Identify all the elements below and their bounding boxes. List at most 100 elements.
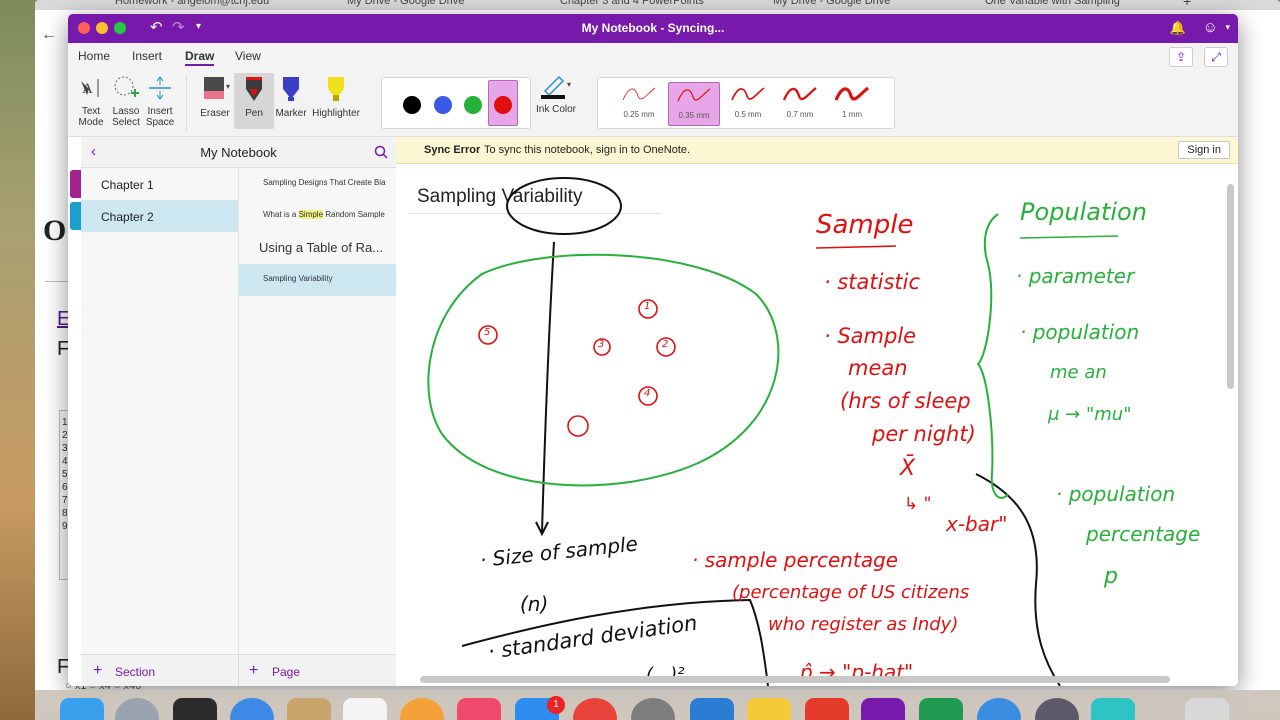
notebook-header: ‹ My Notebook	[81, 137, 396, 168]
utility-icon[interactable]	[1091, 698, 1135, 720]
add-page-button[interactable]: Page	[272, 665, 300, 679]
color-swatch-blue[interactable]	[434, 96, 452, 114]
ink-number: 2	[662, 339, 669, 350]
new-tab-button[interactable]: +	[1183, 0, 1191, 9]
music-icon[interactable]	[457, 698, 501, 720]
contacts-icon[interactable]	[287, 698, 331, 720]
ink-text: · sample percentage	[692, 548, 899, 572]
quicktime-icon[interactable]	[1035, 698, 1079, 720]
draw-ribbon: A Text Mode Lasso Select Insert Space ▾ …	[68, 69, 1238, 137]
thickness-option[interactable]: 1 mm	[826, 82, 878, 126]
thickness-option[interactable]: 0.7 mm	[774, 82, 826, 126]
bell-icon[interactable]: 🔔	[1170, 20, 1186, 36]
text-mode-button[interactable]: A Text Mode	[71, 75, 111, 128]
pen-button[interactable]: Pen	[234, 73, 274, 129]
vertical-scrollbar[interactable]	[1227, 184, 1234, 389]
window-title: My Notebook - Syncing...	[581, 21, 725, 35]
color-swatch-green[interactable]	[464, 96, 482, 114]
sync-error-bar: Sync Error To sync this notebook, sign i…	[396, 137, 1238, 164]
reminders-icon[interactable]	[343, 698, 387, 720]
acrobat-icon[interactable]	[805, 698, 849, 720]
svg-text:▾: ▾	[226, 82, 230, 91]
chrome-icon[interactable]	[573, 698, 617, 720]
nav-footer: + Section + Page	[81, 654, 396, 686]
horizontal-scrollbar[interactable]	[420, 676, 1170, 683]
thickness-option-selected[interactable]: 0.35 mm	[668, 82, 720, 126]
highlighter-icon	[328, 77, 344, 101]
page-item[interactable]: Sampling Designs That Create Bia	[239, 168, 397, 200]
back-arrow-icon[interactable]: ←	[41, 26, 57, 44]
section-color-tab	[70, 202, 81, 230]
ink-text: (n)	[520, 592, 549, 616]
page-list: Sampling Designs That Create Bia What is…	[238, 168, 397, 654]
stroke-preview-icon	[834, 86, 869, 101]
word-icon[interactable]	[690, 698, 734, 720]
ink-text: · Sample	[824, 324, 917, 348]
ink-text: · statistic	[824, 270, 921, 294]
trash-icon[interactable]	[1185, 698, 1229, 720]
ink-text: X̄	[900, 456, 916, 481]
page-item[interactable]: What is a Simple Random Sample	[239, 200, 397, 232]
safari-icon[interactable]	[230, 698, 274, 720]
thickness-option[interactable]: 0.25 mm	[606, 82, 672, 126]
tab-insert[interactable]: Insert	[132, 49, 162, 63]
ink-text: (percentage of US citizens	[732, 582, 970, 603]
network-icon[interactable]	[977, 698, 1021, 720]
ink-text: · standard deviation	[486, 610, 699, 664]
marker-button[interactable]: Marker	[271, 75, 311, 119]
browser-tab-strip: Homework - angelom@tchj.edu My Drive - G…	[35, 0, 1280, 10]
finder-icon[interactable]	[60, 698, 104, 720]
onenote-icon[interactable]	[861, 698, 905, 720]
ink-population-heading: Population	[1020, 198, 1147, 226]
browser-page-behind: ← O E F 123456789 F	[35, 10, 71, 690]
photos-icon[interactable]	[400, 698, 444, 720]
ink-text-layer: 1 5 3 2 4 Sample · statistic · Sample me…	[396, 164, 1238, 686]
ribbon-tab-bar: Home Insert Draw View ⇪ ⤢	[68, 43, 1238, 69]
sync-error-label: Sync Error	[424, 144, 481, 156]
activity-monitor-icon[interactable]	[173, 698, 217, 720]
browser-tab[interactable]: Chapter 3 and 4 PowerPoints	[560, 0, 704, 10]
notebook-name[interactable]: My Notebook	[81, 145, 396, 160]
fullscreen-icon[interactable]: ⤢	[1204, 47, 1228, 67]
eraser-button[interactable]: ▾ Eraser	[195, 75, 235, 119]
ink-text: percentage	[1086, 522, 1201, 546]
system-preferences-icon[interactable]	[631, 698, 675, 720]
color-palette	[381, 77, 531, 129]
thickness-option[interactable]: 0.5 mm	[722, 82, 774, 126]
account-icon[interactable]: ☺	[1203, 19, 1218, 36]
stroke-preview-icon	[782, 87, 817, 101]
sign-in-button[interactable]: Sign in	[1178, 141, 1230, 159]
search-icon[interactable]	[374, 145, 388, 159]
add-page-icon[interactable]: +	[249, 662, 258, 680]
color-swatch-red[interactable]	[494, 96, 512, 114]
ink-number: 3	[598, 339, 605, 350]
launchpad-icon[interactable]	[115, 698, 159, 720]
ink-color-button[interactable]: ▾ Ink Color	[534, 75, 578, 115]
tab-draw[interactable]: Draw	[185, 49, 215, 66]
add-section-button[interactable]: Section	[115, 665, 155, 679]
section-chapter-2[interactable]: Chapter 2	[81, 200, 238, 232]
insert-space-icon	[149, 76, 171, 100]
add-section-icon[interactable]: +	[93, 662, 102, 680]
dock: 1	[35, 690, 1280, 720]
section-chapter-1[interactable]: Chapter 1	[81, 168, 238, 200]
browser-tab[interactable]: My Drive - Google Drive	[347, 0, 464, 10]
tab-view[interactable]: View	[235, 49, 261, 63]
share-icon[interactable]: ⇪	[1169, 47, 1193, 67]
account-chevron-icon[interactable]: ▾	[1225, 22, 1230, 33]
section-color-tab	[70, 170, 81, 198]
page-canvas[interactable]: Sampling Variability 1 5 3 2 4 Sample · …	[396, 164, 1238, 686]
color-swatch-black[interactable]	[403, 96, 421, 114]
browser-tab[interactable]: Homework - angelom@tchj.edu	[115, 0, 269, 10]
section-list: Chapter 1 Chapter 2	[81, 168, 238, 654]
page-item[interactable]: Using a Table of Ra...	[239, 232, 397, 264]
highlighter-button[interactable]: Highlighter	[311, 75, 361, 119]
browser-tab[interactable]: One Variable with Sampling	[985, 0, 1120, 10]
page-item-selected[interactable]: Sampling Variability	[239, 264, 397, 296]
title-bar: ↶ ↷ ▾ My Notebook - Syncing... 🔔 ☺ ▾	[68, 14, 1238, 43]
excel-icon[interactable]	[919, 698, 963, 720]
keychain-icon[interactable]	[747, 698, 791, 720]
browser-tab[interactable]: My Drive - Google Drive	[773, 0, 890, 10]
tab-home[interactable]: Home	[78, 49, 110, 63]
insert-space-button[interactable]: Insert Space	[140, 75, 180, 128]
